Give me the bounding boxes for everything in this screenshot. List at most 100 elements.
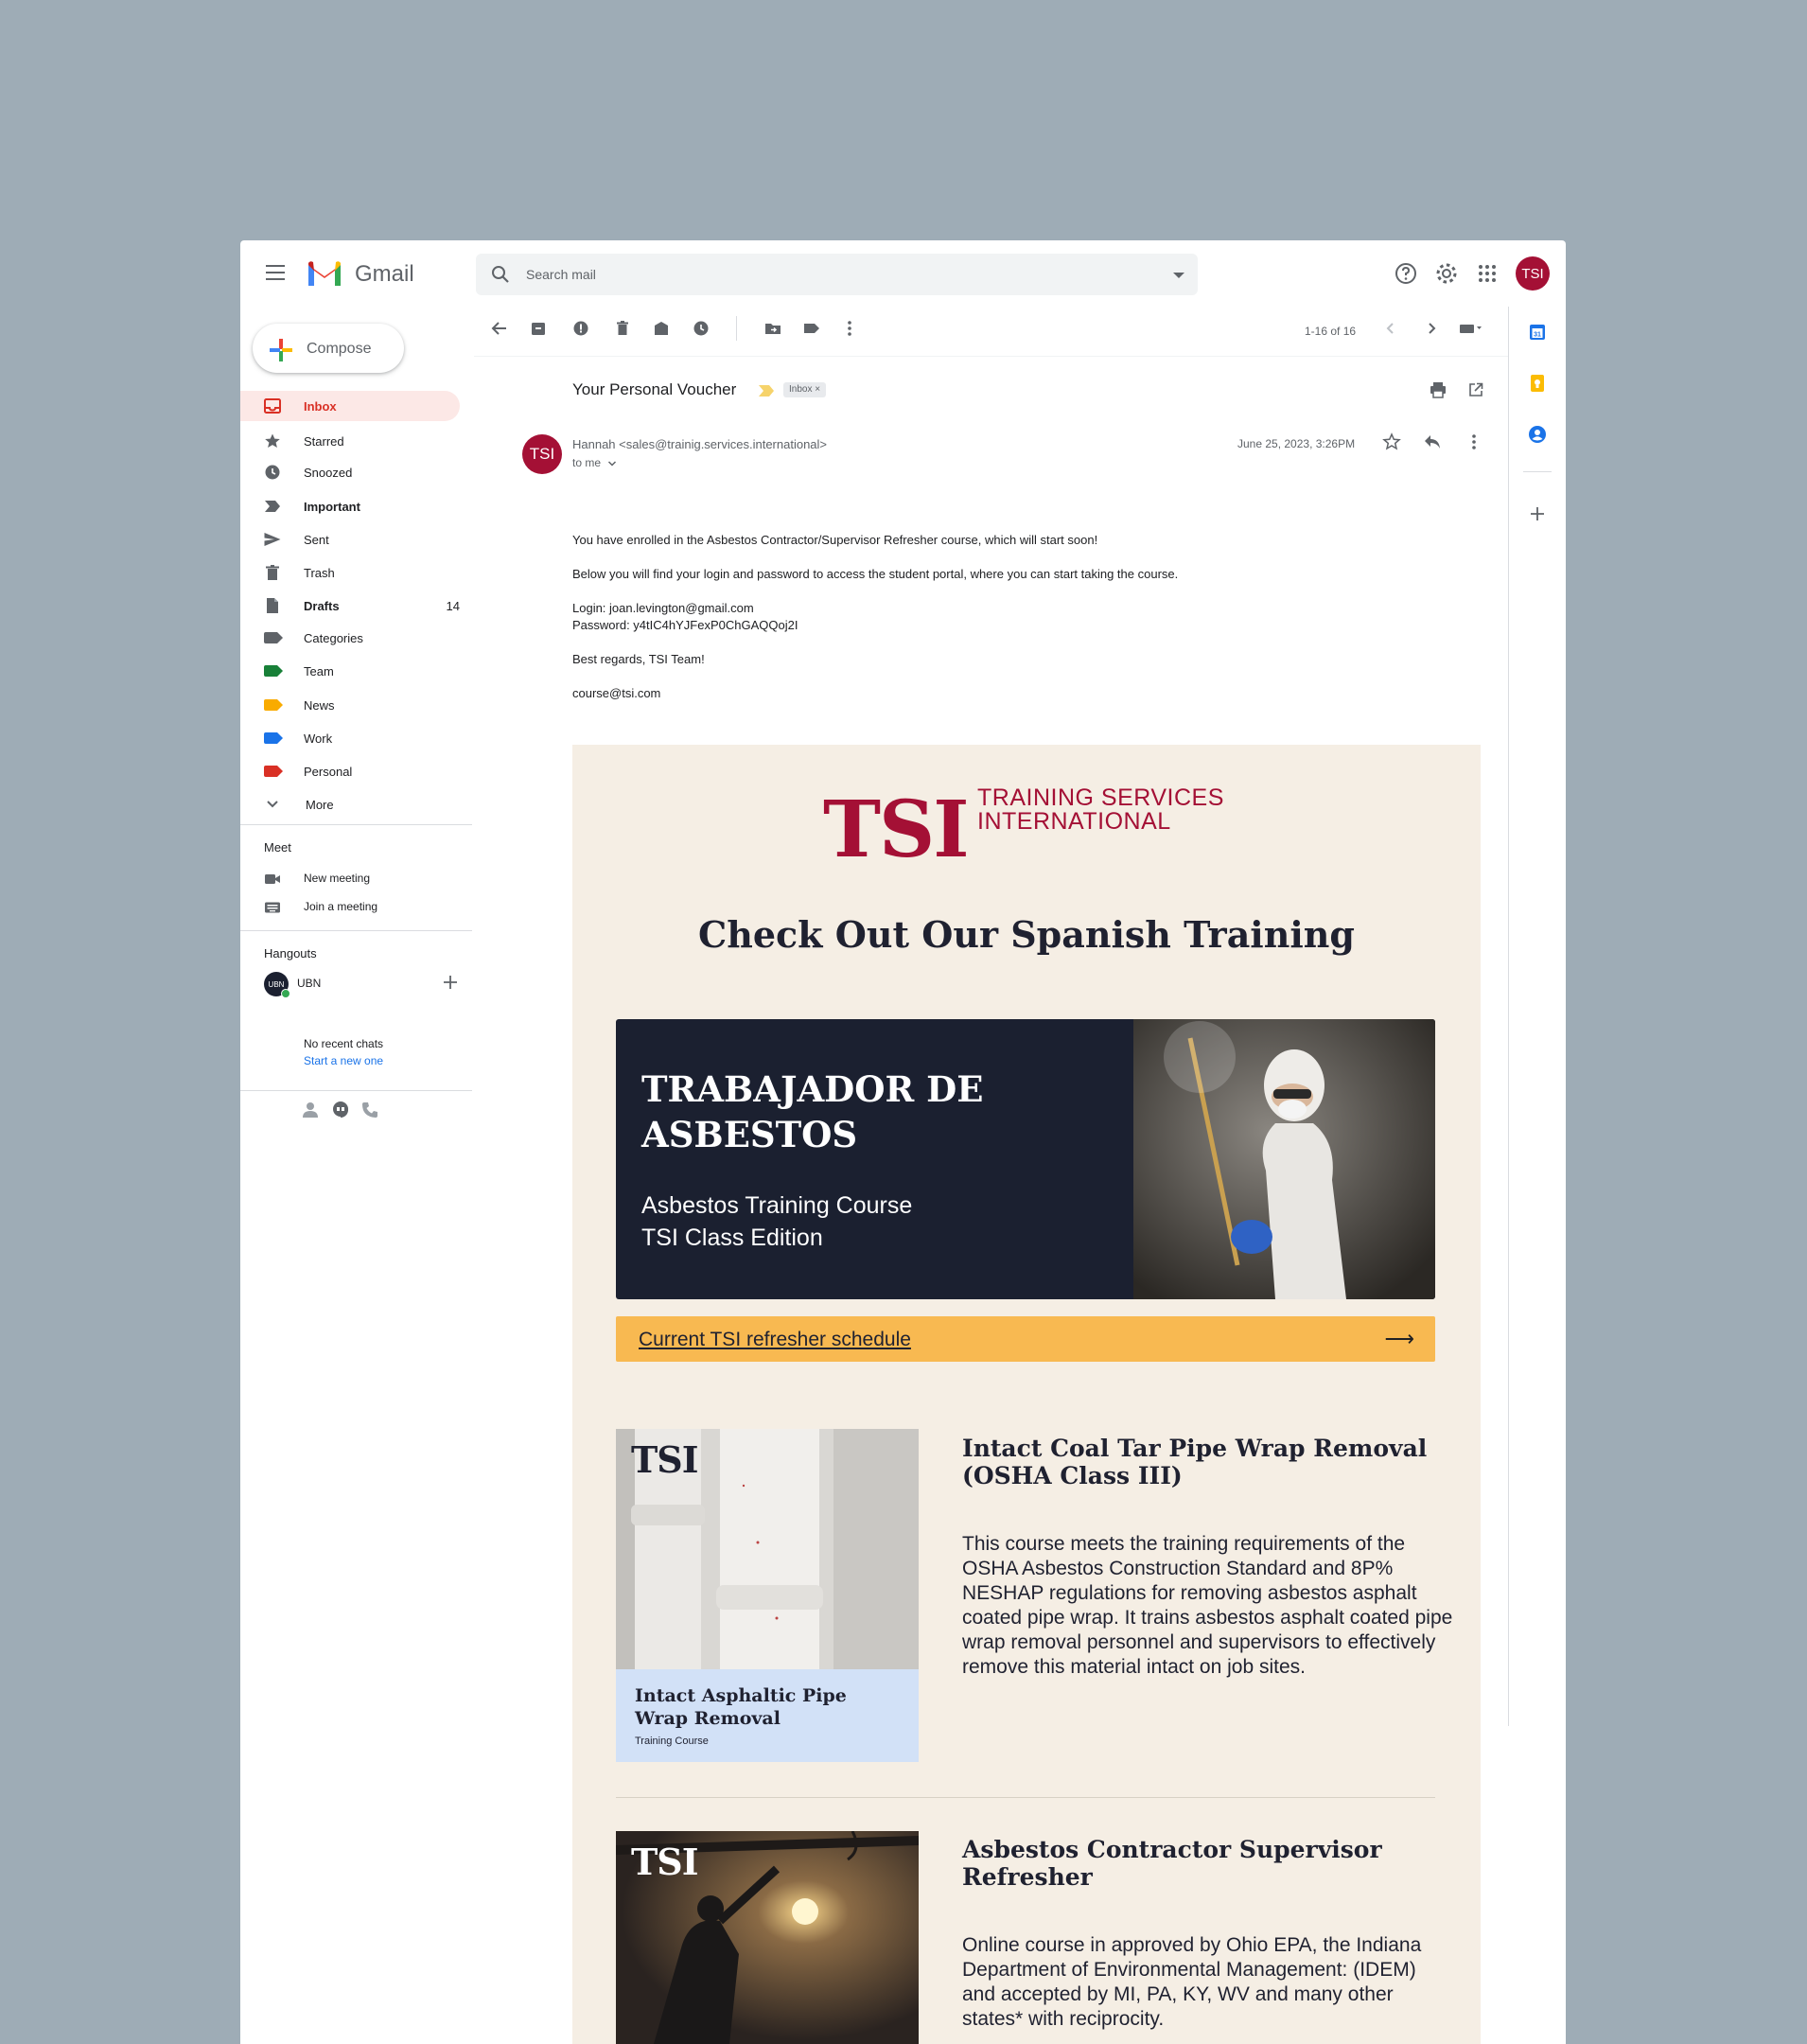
remove-label-icon[interactable]: × — [815, 384, 820, 395]
refresher-schedule-button[interactable]: Current TSI refresher schedule ⟶ — [616, 1316, 1435, 1362]
course-title-coal-tar[interactable]: Intact Coal Tar Pipe Wrap Removal (OSHA … — [962, 1435, 1427, 1489]
print-icon[interactable] — [1429, 380, 1447, 399]
sidebar-item-trash[interactable]: Trash — [240, 557, 460, 588]
add-chat-plus-icon[interactable] — [443, 975, 458, 990]
sidebar-item-starred[interactable]: Starred — [240, 426, 460, 456]
sidebar-item-label: News — [304, 698, 335, 713]
chevron-down-icon — [267, 801, 278, 808]
body-password: Password: y4tIC4hYJFexP0ChGAQQoj2I — [572, 618, 798, 632]
important-icon — [265, 501, 280, 512]
toolbar-divider — [736, 316, 737, 341]
card-tsi-mark: TSI — [631, 1438, 698, 1481]
tsi-logo-line1: TRAINING SERVICES — [977, 784, 1224, 811]
course-title-supervisor-refresher[interactable]: Asbestos Contractor Supervisor Refresher — [962, 1836, 1382, 1891]
chevron-left-icon[interactable] — [1381, 319, 1400, 338]
inbox-icon — [264, 398, 281, 414]
course-title-line2: Refresher — [962, 1863, 1093, 1891]
sidebar-item-snoozed[interactable]: Snoozed — [240, 457, 460, 487]
sidebar-item-team[interactable]: Team — [240, 656, 460, 686]
side-panel-divider — [1508, 307, 1509, 1726]
more-vertical-icon[interactable] — [840, 319, 859, 338]
sidebar-item-drafts[interactable]: Drafts 14 — [240, 590, 460, 621]
body-login: Login: joan.levington@gmail.com — [572, 601, 754, 615]
help-icon[interactable] — [1394, 261, 1418, 286]
sender-avatar[interactable]: TSI — [522, 434, 562, 474]
sidebar-item-label: Starred — [304, 434, 344, 449]
send-icon — [264, 533, 281, 546]
search-input[interactable]: Search mail — [526, 267, 596, 282]
sender-name-email[interactable]: Hannah <sales@trainig.services.internati… — [572, 437, 827, 451]
hangouts-chat-icon[interactable] — [332, 1101, 349, 1119]
snooze-clock-icon[interactable] — [692, 319, 711, 338]
settings-gear-icon[interactable] — [1434, 261, 1459, 286]
back-arrow-icon[interactable] — [490, 319, 509, 338]
hero-subtitle-line2: TSI Class Edition — [641, 1225, 823, 1251]
new-meeting-link[interactable]: New meeting — [304, 872, 370, 885]
label-tag-icon[interactable] — [802, 319, 821, 338]
sidebar-item-categories[interactable]: Categories — [240, 623, 460, 653]
hero-banner[interactable]: TRABAJADOR DE ASBESTOS Asbestos Training… — [616, 1019, 1435, 1299]
card-title-line2: Wrap Removal — [635, 1708, 781, 1729]
get-addons-plus-icon[interactable] — [1528, 504, 1547, 523]
reply-arrow-icon[interactable] — [1423, 433, 1442, 450]
label-tag-icon — [264, 766, 283, 777]
message-more-icon[interactable] — [1468, 432, 1480, 451]
sidebar-item-personal[interactable]: Personal — [240, 756, 460, 786]
label-tag-icon — [264, 665, 283, 677]
sidebar-item-important[interactable]: Important — [240, 491, 460, 521]
account-avatar[interactable]: TSI — [1516, 256, 1550, 291]
sidebar-divider — [240, 930, 472, 931]
contacts-person-icon[interactable] — [303, 1101, 318, 1119]
delete-icon[interactable] — [613, 319, 632, 338]
recipient-line[interactable]: to me — [572, 456, 617, 469]
sidebar-item-label: More — [306, 798, 334, 812]
mark-unread-icon[interactable] — [652, 319, 671, 338]
open-new-window-icon[interactable] — [1468, 382, 1483, 397]
inbox-label-text: Inbox — [789, 384, 813, 395]
phone-icon[interactable] — [361, 1101, 378, 1119]
trash-icon — [266, 565, 279, 580]
sidebar-item-inbox[interactable]: Inbox — [240, 391, 460, 421]
chevron-right-icon[interactable] — [1422, 319, 1441, 338]
course-card-asphaltic-pipe[interactable]: TSI Intact Asphaltic Pipe Wrap Removal T… — [616, 1429, 919, 1762]
move-to-folder-icon[interactable] — [763, 319, 782, 338]
sidebar-item-work[interactable]: Work — [240, 723, 460, 753]
start-new-chat-link[interactable]: Start a new one — [304, 1054, 383, 1067]
sidebar-item-news[interactable]: News — [240, 690, 460, 720]
compose-button[interactable]: Compose — [253, 324, 404, 373]
video-camera-icon — [265, 874, 280, 884]
arrow-right-icon: ⟶ — [1384, 1327, 1414, 1350]
recipient-details-chevron-icon[interactable] — [607, 460, 617, 467]
hangouts-user-name[interactable]: UBN — [297, 977, 321, 990]
apps-grid-icon[interactable] — [1475, 261, 1500, 286]
main-menu-icon[interactable] — [266, 265, 285, 282]
sidebar-item-more[interactable]: More — [240, 789, 460, 819]
compose-plus-icon — [270, 339, 292, 361]
course-card-supervisor[interactable]: TSI — [616, 1831, 919, 2044]
label-tag-icon — [264, 699, 283, 711]
star-outline-icon[interactable] — [1382, 432, 1401, 451]
newsletter-block: TSI TRAINING SERVICES INTERNATIONAL Chec… — [572, 745, 1481, 2044]
calendar-icon[interactable]: 31 — [1528, 323, 1547, 342]
input-tools-keyboard-icon[interactable] — [1459, 319, 1483, 338]
pagination-text: 1-16 of 16 — [1305, 325, 1357, 338]
card-subtitle: Training Course — [635, 1736, 709, 1747]
join-meeting-link[interactable]: Join a meeting — [304, 900, 377, 913]
sidebar-item-label: Drafts — [304, 599, 340, 613]
hero-subtitle-line1: Asbestos Training Course — [641, 1192, 913, 1219]
search-bar[interactable]: Search mail — [476, 254, 1198, 295]
search-icon[interactable] — [491, 265, 510, 284]
contacts-icon[interactable] — [1528, 425, 1547, 444]
inbox-label-chip[interactable]: Inbox × — [783, 382, 827, 397]
importance-marker-icon[interactable] — [758, 384, 775, 397]
body-contact-email[interactable]: course@tsi.com — [572, 685, 660, 702]
sidebar-divider — [240, 824, 472, 825]
no-recent-chats-text: No recent chats — [304, 1037, 384, 1050]
search-options-icon[interactable] — [1173, 273, 1184, 278]
course-title-line1: Intact Coal Tar Pipe Wrap Removal — [962, 1435, 1428, 1462]
keep-notes-icon[interactable] — [1528, 374, 1547, 393]
sidebar-item-label: Personal — [304, 765, 353, 779]
report-spam-icon[interactable] — [571, 319, 590, 338]
archive-icon[interactable] — [529, 319, 548, 338]
sidebar-item-sent[interactable]: Sent — [240, 524, 460, 555]
